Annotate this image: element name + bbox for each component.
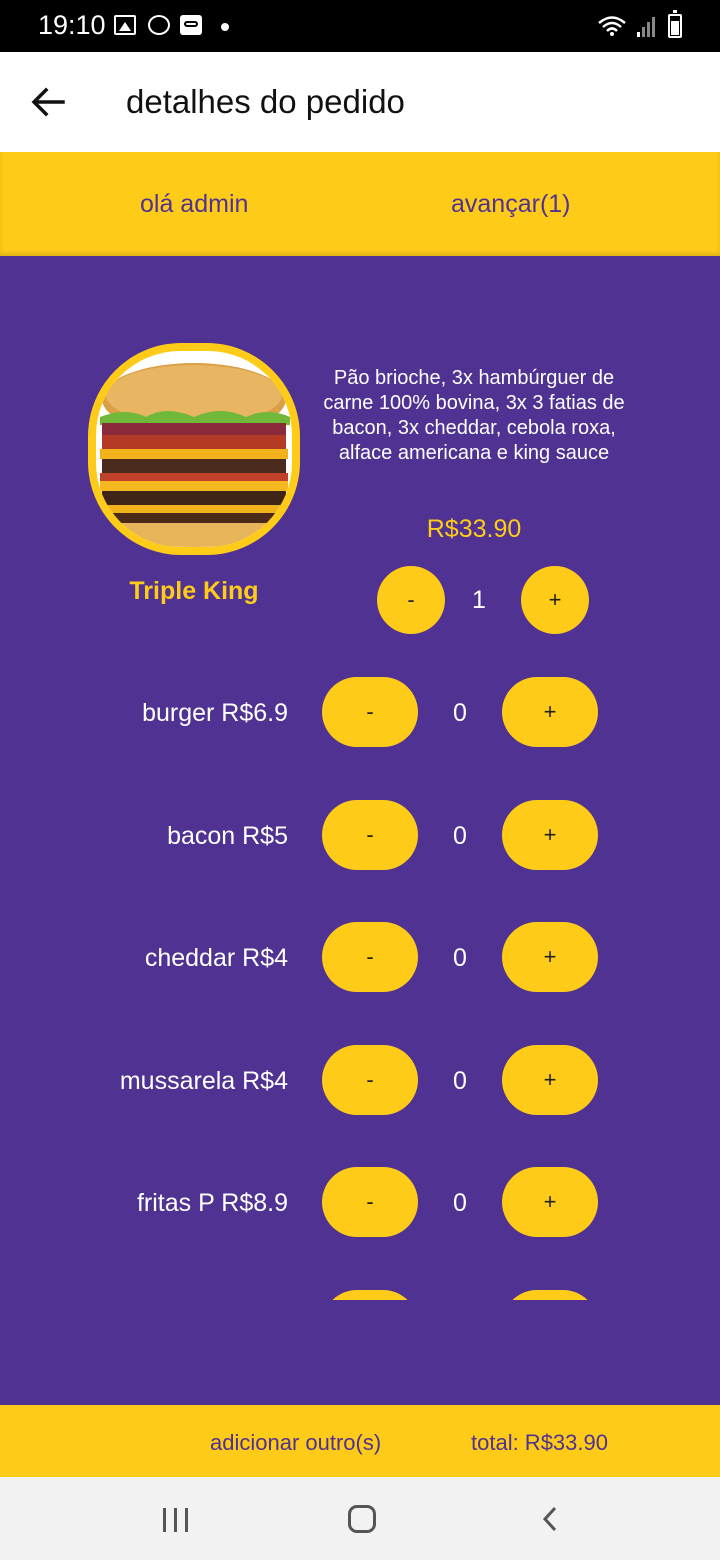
- home-icon[interactable]: [348, 1505, 376, 1533]
- arrow-left-icon[interactable]: [30, 84, 66, 120]
- greeting-text: olá admin: [140, 190, 249, 218]
- extra-row-fritas: fritas P R$8.9 - 0 +: [0, 1167, 720, 1237]
- extra-quantity: 0: [453, 1067, 467, 1095]
- advance-button[interactable]: avançar(1): [451, 190, 571, 219]
- battery-icon: [668, 10, 682, 38]
- extra-plus-button[interactable]: +: [502, 1167, 598, 1237]
- order-total: total: R$33.90: [471, 1430, 608, 1455]
- extra-row-mussarela: mussarela R$4 - 0 +: [0, 1045, 720, 1115]
- add-other-button[interactable]: adicionar outro(s): [210, 1430, 381, 1456]
- extra-label: bacon R$5: [167, 822, 288, 850]
- extra-label: cheddar R$4: [144, 944, 288, 972]
- product-name: Triple King: [129, 577, 259, 605]
- dot-icon: [221, 23, 229, 31]
- product-image: [88, 343, 300, 555]
- page-title: detalhes do pedido: [126, 83, 405, 120]
- header-bar: olá admin avançar(1): [0, 152, 720, 256]
- gallery-icon: [114, 15, 136, 35]
- extra-plus-button[interactable]: +: [502, 677, 598, 747]
- extra-minus-button[interactable]: -: [322, 1045, 418, 1115]
- extra-plus-button[interactable]: [502, 1290, 598, 1300]
- product-quantity: 1: [472, 586, 486, 614]
- product-plus-button[interactable]: +: [521, 566, 589, 634]
- voicemail-icon: [180, 15, 202, 35]
- extra-minus-button[interactable]: -: [322, 1167, 418, 1237]
- recents-icon[interactable]: [163, 1508, 189, 1532]
- signal-icon: [637, 17, 655, 37]
- burger-illustration: [96, 351, 292, 547]
- status-bar: 19:10: [0, 0, 720, 52]
- extra-quantity: 0: [453, 822, 467, 850]
- product-description: Pão brioche, 3x hambúrguer de carne 100%…: [323, 367, 625, 464]
- bottom-bar: adicionar outro(s) total: R$33.90: [0, 1405, 720, 1477]
- extra-label: burger R$6.9: [142, 699, 288, 727]
- extra-quantity: 0: [453, 1189, 467, 1217]
- app-bar: detalhes do pedido: [0, 52, 720, 152]
- status-time: 19:10: [38, 10, 106, 40]
- product-minus-button[interactable]: -: [377, 566, 445, 634]
- system-nav-bar: [0, 1477, 720, 1560]
- extra-row-bacon: bacon R$5 - 0 +: [0, 800, 720, 870]
- extra-plus-button[interactable]: +: [502, 922, 598, 992]
- extra-row-burger: burger R$6.9 - 0 +: [0, 677, 720, 747]
- extra-label: mussarela R$4: [119, 1067, 288, 1095]
- extra-plus-button[interactable]: +: [502, 1045, 598, 1115]
- product-price: R$33.90: [426, 515, 522, 543]
- extra-quantity: 0: [453, 944, 467, 972]
- extra-row-cheddar: cheddar R$4 - 0 +: [0, 922, 720, 992]
- extra-plus-button[interactable]: +: [502, 800, 598, 870]
- back-icon[interactable]: [540, 1505, 560, 1533]
- whatsapp-icon: [148, 15, 170, 35]
- extra-minus-button[interactable]: -: [322, 677, 418, 747]
- extra-minus-button[interactable]: [322, 1290, 418, 1300]
- extra-minus-button[interactable]: -: [322, 922, 418, 992]
- extra-minus-button[interactable]: -: [322, 800, 418, 870]
- extra-label: fritas P R$8.9: [136, 1189, 288, 1217]
- extra-quantity: 0: [453, 699, 467, 727]
- extras-list[interactable]: burger R$6.9 - 0 + bacon R$5 - 0 + chedd…: [0, 660, 720, 1300]
- wifi-icon: [598, 16, 626, 36]
